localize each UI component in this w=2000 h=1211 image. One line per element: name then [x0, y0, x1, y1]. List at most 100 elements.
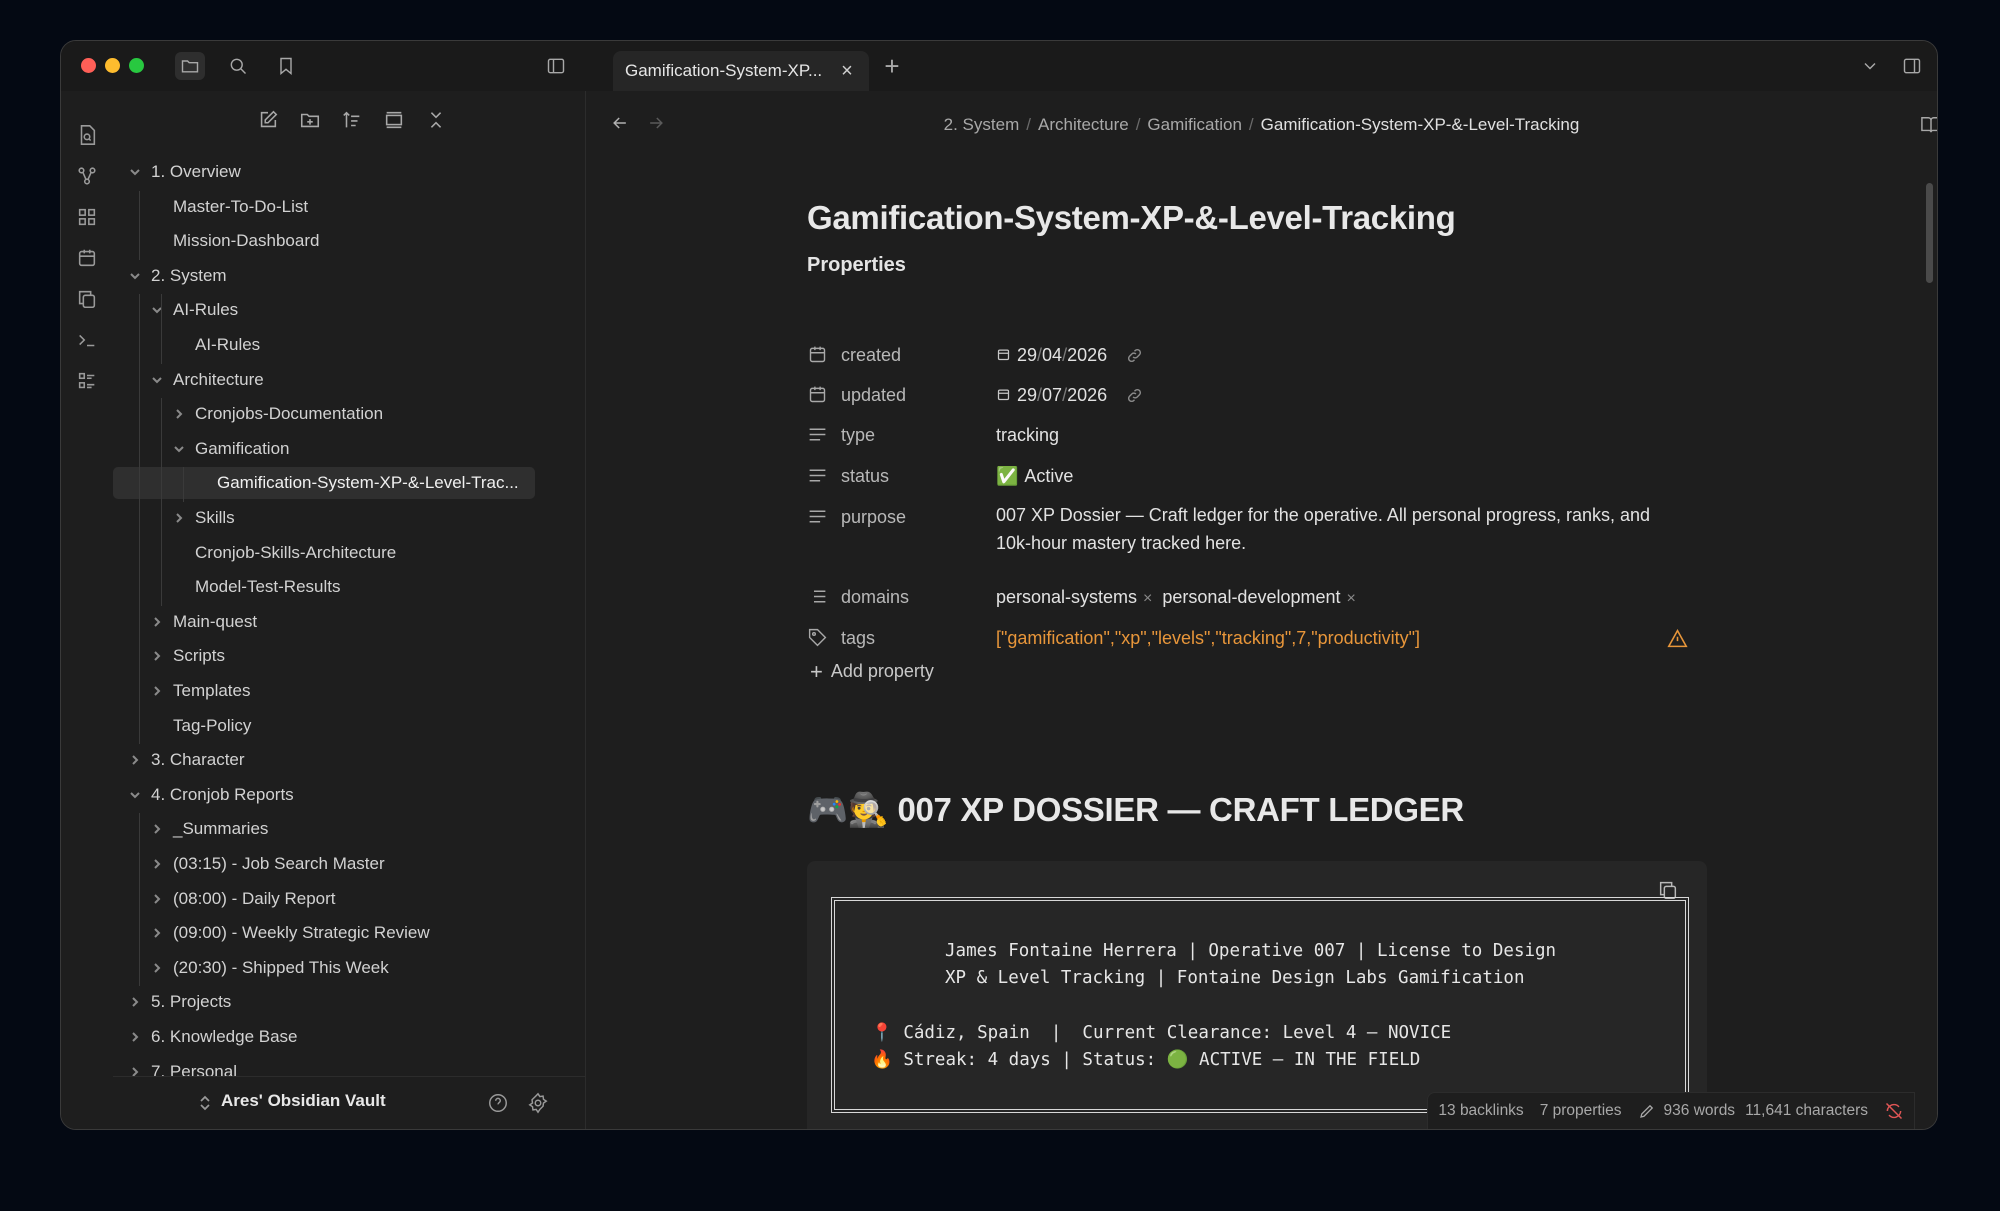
property-key[interactable]: updated [841, 385, 906, 406]
folder-item[interactable]: (03:15) - Job Search Master [149, 848, 385, 880]
breadcrumb-item[interactable]: Gamification [1147, 115, 1241, 134]
tab-close-icon[interactable]: × [837, 61, 857, 81]
tab-list-button[interactable] [1855, 52, 1885, 80]
warning-icon[interactable] [1667, 628, 1688, 649]
files-view-button[interactable] [175, 52, 205, 80]
folder-item[interactable]: 4. Cronjob Reports [127, 779, 294, 811]
note-title[interactable]: Gamification-System-XP-&-Level-Tracking [807, 199, 1456, 237]
breadcrumb-current[interactable]: Gamification-System-XP-&-Level-Tracking [1261, 115, 1580, 134]
chevron-right-icon[interactable] [149, 960, 165, 976]
domain-pill[interactable]: personal-systems [996, 587, 1137, 607]
templates-button[interactable] [75, 287, 99, 311]
link-icon[interactable] [1126, 347, 1143, 364]
property-key[interactable]: tags [841, 628, 875, 649]
folder-item[interactable]: Gamification [171, 433, 289, 465]
property-key[interactable]: created [841, 345, 901, 366]
command-palette-button[interactable] [75, 328, 99, 352]
chevron-down-icon[interactable] [127, 268, 143, 284]
chevron-down-icon[interactable] [171, 441, 187, 457]
new-note-button[interactable] [255, 107, 281, 133]
zoom-window-button[interactable] [129, 58, 144, 73]
collapse-all-button[interactable] [423, 107, 449, 133]
add-property-button[interactable]: + Add property [810, 659, 934, 685]
chevron-right-icon[interactable] [171, 510, 187, 526]
code-block[interactable]: James Fontaine Herrera | Operative 007 |… [807, 861, 1707, 1129]
open-canvas-button[interactable] [75, 205, 99, 229]
remove-pill-icon[interactable]: × [1143, 590, 1152, 607]
folder-item[interactable]: 3. Character [127, 744, 245, 776]
search-view-button[interactable] [223, 52, 253, 80]
folder-item[interactable]: Skills [171, 502, 235, 534]
chevron-down-icon[interactable] [127, 787, 143, 803]
open-quick-switcher-button[interactable] [75, 123, 99, 147]
folder-item[interactable]: Templates [149, 675, 250, 707]
chevron-right-icon[interactable] [149, 856, 165, 872]
property-key[interactable]: type [841, 425, 875, 446]
link-icon[interactable] [1126, 387, 1143, 404]
property-value[interactable]: ["gamification","xp","levels","tracking"… [996, 628, 1420, 649]
property-key[interactable]: domains [841, 587, 909, 608]
sort-button[interactable] [339, 107, 365, 133]
folder-item[interactable]: (09:00) - Weekly Strategic Review [149, 917, 430, 949]
chevron-down-icon[interactable] [149, 372, 165, 388]
folder-item[interactable]: 2. System [127, 260, 227, 292]
properties-count[interactable]: 7 properties [1540, 1102, 1622, 1120]
domain-pill[interactable]: personal-development [1162, 587, 1340, 607]
folder-item[interactable]: 1. Overview [127, 156, 241, 188]
folder-item[interactable]: _Summaries [149, 813, 268, 845]
file-item[interactable]: Tag-Policy [149, 710, 251, 742]
folder-item[interactable]: 5. Projects [127, 986, 231, 1018]
editor-scrollbar[interactable] [1926, 183, 1933, 283]
chevron-right-icon[interactable] [149, 821, 165, 837]
open-daily-note-button[interactable] [75, 246, 99, 270]
minimize-window-button[interactable] [105, 58, 120, 73]
bases-button[interactable] [75, 369, 99, 393]
chevron-updown-icon[interactable] [197, 1094, 213, 1112]
tab-current-note[interactable]: Gamification-System-XP... × [613, 51, 869, 91]
folder-item[interactable]: Scripts [149, 640, 225, 672]
bookmarks-view-button[interactable] [271, 52, 301, 80]
vault-name[interactable]: Ares' Obsidian Vault [221, 1091, 386, 1111]
file-item[interactable]: Cronjob-Skills-Architecture [171, 537, 396, 569]
chevron-right-icon[interactable] [149, 614, 165, 630]
chevron-right-icon[interactable] [149, 683, 165, 699]
toggle-left-sidebar-button[interactable] [541, 52, 571, 80]
file-item[interactable]: Model-Test-Results [171, 571, 341, 603]
properties-heading[interactable]: Properties [807, 254, 906, 277]
chevron-right-icon[interactable] [127, 1029, 143, 1045]
folder-item[interactable]: (20:30) - Shipped This Week [149, 952, 389, 984]
chevron-down-icon[interactable] [149, 302, 165, 318]
folder-item[interactable]: 6. Knowledge Base [127, 1021, 298, 1053]
property-value[interactable]: 007 XP Dossier — Craft ledger for the op… [996, 501, 1650, 557]
file-item[interactable]: Gamification-System-XP-&-Level-Trac... [113, 467, 535, 500]
chevron-right-icon[interactable] [149, 925, 165, 941]
folder-item[interactable]: Architecture [149, 364, 264, 396]
remove-pill-icon[interactable]: × [1347, 590, 1356, 607]
property-value[interactable]: personal-systems × personal-development × [996, 587, 1366, 608]
folder-item[interactable]: Cronjobs-Documentation [171, 398, 383, 430]
section-heading[interactable]: 🎮🕵️ 007 XP DOSSIER — CRAFT LEDGER [807, 791, 1464, 830]
close-window-button[interactable] [81, 58, 96, 73]
toggle-right-sidebar-button[interactable] [1897, 52, 1927, 80]
auto-reveal-button[interactable] [381, 107, 407, 133]
property-value[interactable]: ✅ Active [996, 466, 1073, 487]
property-key[interactable]: status [841, 466, 889, 487]
file-item[interactable]: Mission-Dashboard [149, 225, 319, 257]
reading-view-icon[interactable] [1920, 115, 1938, 135]
sync-off-icon[interactable] [1884, 1101, 1904, 1121]
new-folder-button[interactable] [297, 107, 323, 133]
chevron-right-icon[interactable] [127, 752, 143, 768]
open-graph-view-button[interactable] [75, 164, 99, 188]
folder-item[interactable]: (08:00) - Daily Report [149, 883, 336, 915]
breadcrumb-item[interactable]: 2. System [944, 115, 1020, 134]
chevron-right-icon[interactable] [127, 994, 143, 1010]
file-item[interactable]: Master-To-Do-List [149, 191, 308, 223]
new-tab-button[interactable]: + [877, 51, 907, 81]
backlinks-count[interactable]: 13 backlinks [1438, 1102, 1523, 1120]
pencil-icon[interactable] [1638, 1102, 1656, 1120]
chevron-right-icon[interactable] [149, 891, 165, 907]
folder-item[interactable]: Main-quest [149, 606, 257, 638]
chevron-right-icon[interactable] [171, 406, 187, 422]
chevron-right-icon[interactable] [149, 648, 165, 664]
folder-item[interactable]: AI-Rules [149, 294, 238, 326]
